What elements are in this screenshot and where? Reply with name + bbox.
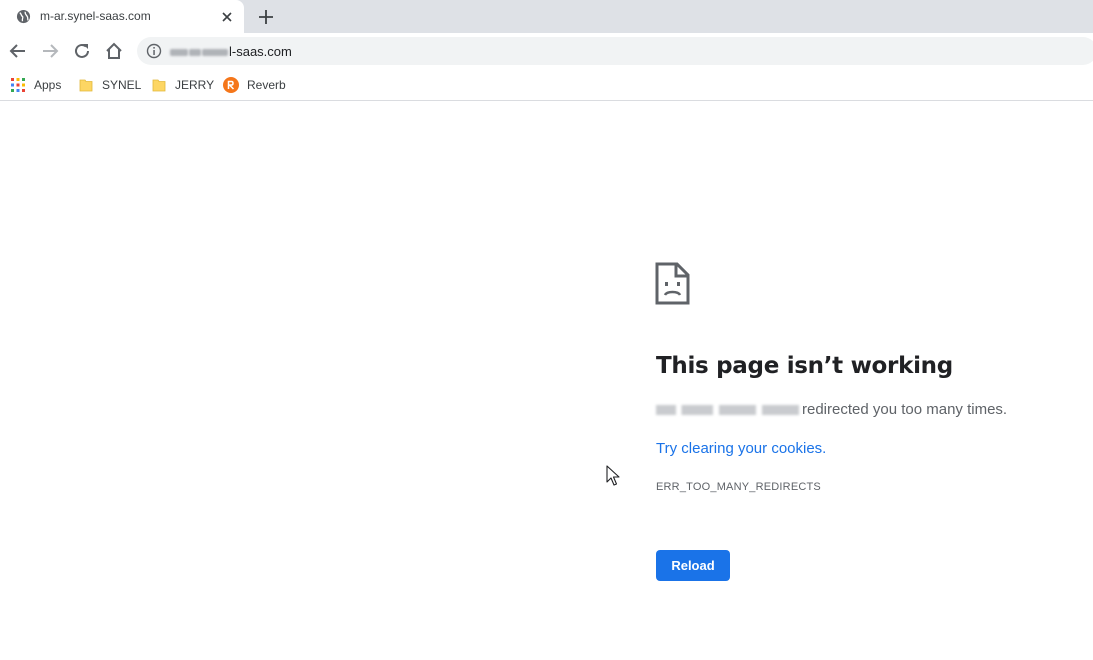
home-icon[interactable]	[103, 40, 125, 62]
bookmark-label: SYNEL	[102, 78, 142, 92]
sad-page-icon	[655, 262, 690, 305]
toolbar: l-saas.com	[0, 33, 1093, 69]
bookmark-reverb[interactable]: Reverb	[223, 75, 286, 95]
globe-icon	[16, 9, 31, 24]
error-title: This page isn’t working	[656, 353, 953, 379]
folder-icon	[79, 79, 93, 92]
info-icon[interactable]	[146, 43, 162, 59]
bookmarks-bar: Apps SYNEL JERRY Reverb	[0, 69, 1093, 101]
plus-icon[interactable]	[256, 7, 276, 27]
error-code: ERR_TOO_MANY_REDIRECTS	[656, 481, 821, 493]
bookmark-label: Apps	[34, 78, 62, 92]
folder-icon	[152, 79, 166, 92]
reload-button[interactable]: Reload	[656, 550, 730, 581]
bookmark-label: JERRY	[175, 78, 215, 92]
close-icon[interactable]	[219, 9, 235, 25]
redacted-url-part	[202, 49, 228, 57]
clear-cookies-link[interactable]: Try clearing your cookies.	[656, 440, 826, 457]
error-description-text: redirected you too many times.	[802, 401, 1008, 418]
redacted-url-part	[189, 49, 201, 57]
tab-title: m-ar.synel-saas.com	[40, 9, 151, 23]
browser-tab[interactable]: m-ar.synel-saas.com	[0, 0, 244, 33]
apps-grid-icon	[11, 78, 25, 92]
reverb-icon	[223, 77, 239, 93]
bookmark-jerry[interactable]: JERRY	[152, 75, 214, 95]
mouse-cursor-icon	[606, 465, 620, 486]
reload-icon[interactable]	[71, 40, 93, 62]
url-visible-text: l-saas.com	[229, 44, 292, 59]
bookmark-apps[interactable]: Apps	[11, 75, 61, 95]
url-text[interactable]: l-saas.com	[170, 44, 292, 59]
tab-strip: m-ar.synel-saas.com	[0, 0, 1093, 33]
redacted-hostname	[656, 405, 799, 416]
redacted-url-part	[170, 49, 188, 57]
back-arrow-icon[interactable]	[7, 40, 29, 62]
bookmark-synel[interactable]: SYNEL	[79, 75, 141, 95]
address-bar[interactable]: l-saas.com	[137, 37, 1093, 65]
error-description: redirected you too many times.	[656, 401, 1007, 418]
forward-arrow-icon[interactable]	[39, 40, 61, 62]
bookmark-label: Reverb	[247, 78, 286, 92]
